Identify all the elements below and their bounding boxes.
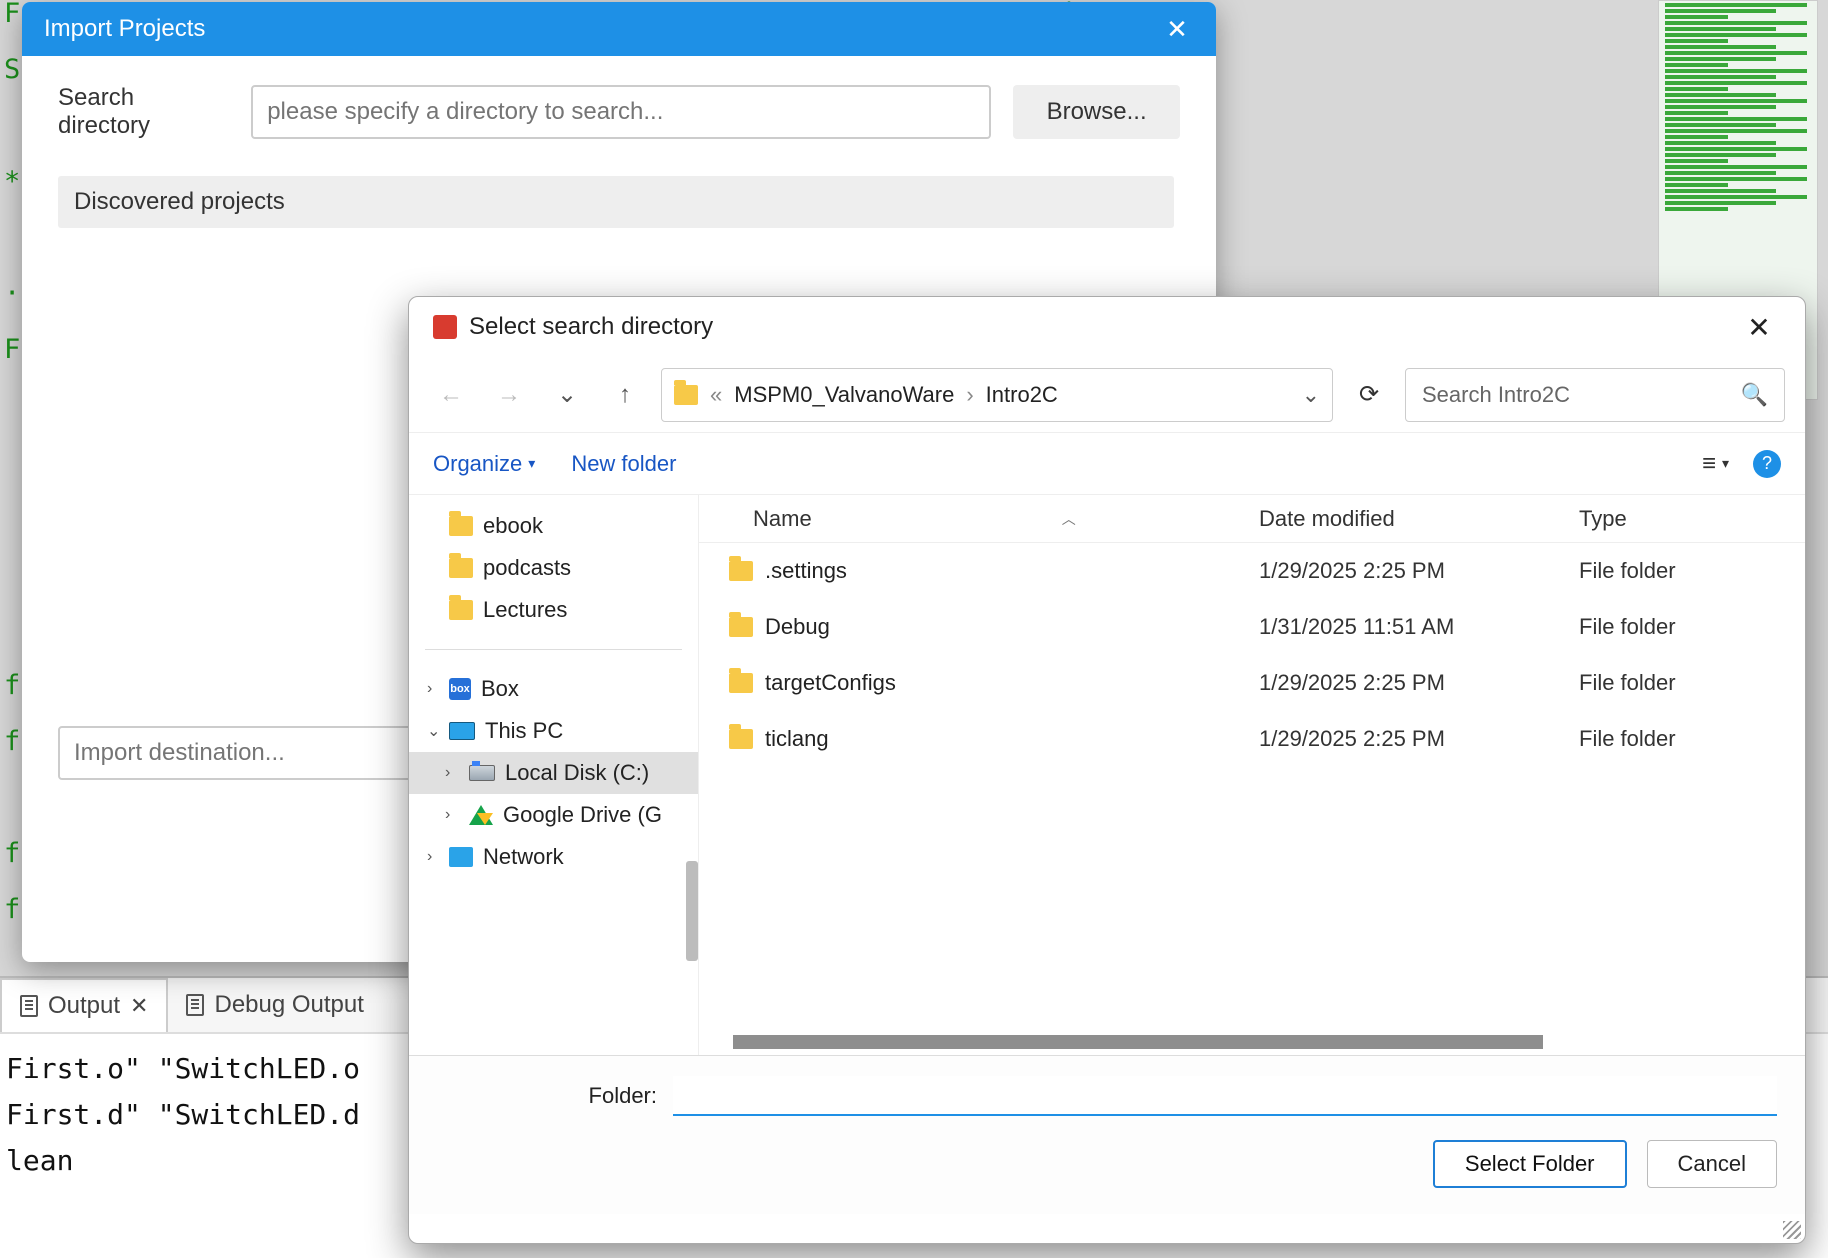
cancel-button[interactable]: Cancel: [1647, 1140, 1777, 1188]
tab-debug-label: Debug Output: [214, 991, 363, 1019]
view-options-button[interactable]: ≡ ▾: [1702, 450, 1729, 478]
file-type: File folder: [1579, 670, 1779, 696]
pc-icon: [449, 722, 475, 740]
picker-search-placeholder: Search Intro2C: [1422, 382, 1570, 408]
import-titlebar: Import Projects ✕: [22, 2, 1216, 56]
tab-output-label: Output: [48, 992, 120, 1020]
file-date: 1/29/2025 2:25 PM: [1259, 670, 1579, 696]
select-folder-button[interactable]: Select Folder: [1433, 1140, 1627, 1188]
col-type[interactable]: Type: [1579, 506, 1739, 532]
search-directory-label: Search directory: [58, 84, 229, 140]
col-name[interactable]: Name︿: [699, 506, 1259, 532]
close-icon[interactable]: ✕: [130, 993, 148, 1019]
close-icon[interactable]: ✕: [1737, 311, 1781, 344]
chevron-right-icon: ›: [966, 382, 973, 408]
nav-recent-button[interactable]: ⌄: [545, 373, 589, 417]
breadcrumb[interactable]: « MSPM0_ValvanoWare › Intro2C ⌄: [661, 368, 1333, 422]
refresh-button[interactable]: ⟳: [1347, 380, 1391, 409]
list-item[interactable]: ticlang 1/29/2025 2:25 PMFile folder: [699, 711, 1805, 767]
toolbar-row: Organize ▾ New folder ≡ ▾ ?: [409, 433, 1805, 495]
network-icon: [449, 847, 473, 867]
close-icon[interactable]: ✕: [1160, 12, 1194, 46]
file-name: ticlang: [765, 726, 829, 752]
chevron-down-icon[interactable]: ⌄: [1302, 382, 1320, 408]
search-icon: 🔍: [1741, 382, 1768, 408]
document-icon: [186, 994, 204, 1016]
list-item[interactable]: Debug 1/31/2025 11:51 AMFile folder: [699, 599, 1805, 655]
box-icon: box: [449, 678, 471, 700]
organize-menu[interactable]: Organize ▾: [433, 451, 535, 477]
tree-item-local-disk[interactable]: ›Local Disk (C:): [409, 752, 698, 794]
tree-item-lectures[interactable]: Lectures: [409, 589, 698, 631]
file-type: File folder: [1579, 558, 1779, 584]
file-list: Name︿ Date modified Type .settings 1/29/2…: [699, 495, 1805, 1055]
list-item[interactable]: targetConfigs 1/29/2025 2:25 PMFile folde…: [699, 655, 1805, 711]
file-name: Debug: [765, 614, 830, 640]
document-icon: [20, 995, 38, 1017]
chevron-right-icon[interactable]: ›: [427, 680, 432, 698]
browse-button[interactable]: Browse...: [1013, 85, 1180, 139]
tree-item-podcasts[interactable]: podcasts: [409, 547, 698, 589]
horizontal-scrollbar[interactable]: [733, 1035, 1543, 1049]
search-directory-input[interactable]: [251, 85, 991, 139]
file-type: File folder: [1579, 614, 1779, 640]
folder-icon: [729, 561, 753, 581]
breadcrumb-seg-2[interactable]: Intro2C: [986, 382, 1058, 408]
app-icon: [433, 315, 457, 339]
folder-icon: [449, 516, 473, 536]
nav-row: ← → ⌄ ↑ « MSPM0_ValvanoWare › Intro2C ⌄ …: [409, 357, 1805, 433]
nav-back-button[interactable]: ←: [429, 373, 473, 417]
list-item[interactable]: .settings 1/29/2025 2:25 PMFile folder: [699, 543, 1805, 599]
chevron-right-icon[interactable]: ›: [427, 848, 432, 866]
resize-grip[interactable]: [1783, 1221, 1801, 1239]
tree-item-box[interactable]: ›boxBox: [409, 668, 698, 710]
breadcrumb-overflow[interactable]: «: [710, 382, 722, 408]
tree-item-network[interactable]: ›Network: [409, 836, 698, 878]
nav-tree: ebook podcasts Lectures ›boxBox ⌄This PC…: [409, 495, 699, 1055]
gdrive-icon: [469, 805, 493, 825]
folder-icon: [449, 600, 473, 620]
file-name: targetConfigs: [765, 670, 896, 696]
picker-titlebar: Select search directory ✕: [409, 297, 1805, 357]
file-type: File folder: [1579, 726, 1779, 752]
tree-item-google-drive[interactable]: ›Google Drive (G: [409, 794, 698, 836]
breadcrumb-seg-1[interactable]: MSPM0_ValvanoWare: [734, 382, 954, 408]
chevron-right-icon[interactable]: ›: [445, 764, 450, 782]
file-name: .settings: [765, 558, 847, 584]
folder-label: Folder:: [437, 1083, 657, 1109]
chevron-down-icon: ▾: [528, 455, 535, 472]
chevron-right-icon[interactable]: ›: [445, 806, 450, 824]
folder-icon: [729, 617, 753, 637]
nav-forward-button[interactable]: →: [487, 373, 531, 417]
picker-search-input[interactable]: Search Intro2C 🔍: [1405, 368, 1785, 422]
folder-icon: [674, 385, 698, 405]
file-date: 1/29/2025 2:25 PM: [1259, 726, 1579, 752]
tab-output[interactable]: Output ✕: [0, 978, 168, 1032]
select-search-directory-dialog: Select search directory ✕ ← → ⌄ ↑ « MSPM…: [408, 296, 1806, 1244]
file-date: 1/29/2025 2:25 PM: [1259, 558, 1579, 584]
disk-icon: [469, 765, 495, 781]
chevron-down-icon[interactable]: ⌄: [427, 721, 440, 741]
folder-input[interactable]: [673, 1076, 1777, 1116]
import-title-text: Import Projects: [44, 15, 205, 43]
picker-footer: Folder: Select Folder Cancel: [409, 1055, 1805, 1214]
tree-item-this-pc[interactable]: ⌄This PC: [409, 710, 698, 752]
col-date[interactable]: Date modified: [1259, 506, 1579, 532]
new-folder-button[interactable]: New folder: [571, 451, 676, 477]
folder-icon: [729, 673, 753, 693]
list-header: Name︿ Date modified Type: [699, 495, 1805, 543]
file-date: 1/31/2025 11:51 AM: [1259, 614, 1579, 640]
tab-debug-output[interactable]: Debug Output: [168, 978, 381, 1032]
discovered-projects-header: Discovered projects: [58, 176, 1174, 228]
sort-asc-icon: ︿: [1062, 509, 1076, 529]
folder-icon: [449, 558, 473, 578]
folder-icon: [729, 729, 753, 749]
tree-item-ebook[interactable]: ebook: [409, 505, 698, 547]
picker-title-text: Select search directory: [469, 313, 713, 341]
tree-scrollbar[interactable]: [686, 861, 698, 961]
help-icon[interactable]: ?: [1753, 450, 1781, 478]
nav-up-button[interactable]: ↑: [603, 373, 647, 417]
